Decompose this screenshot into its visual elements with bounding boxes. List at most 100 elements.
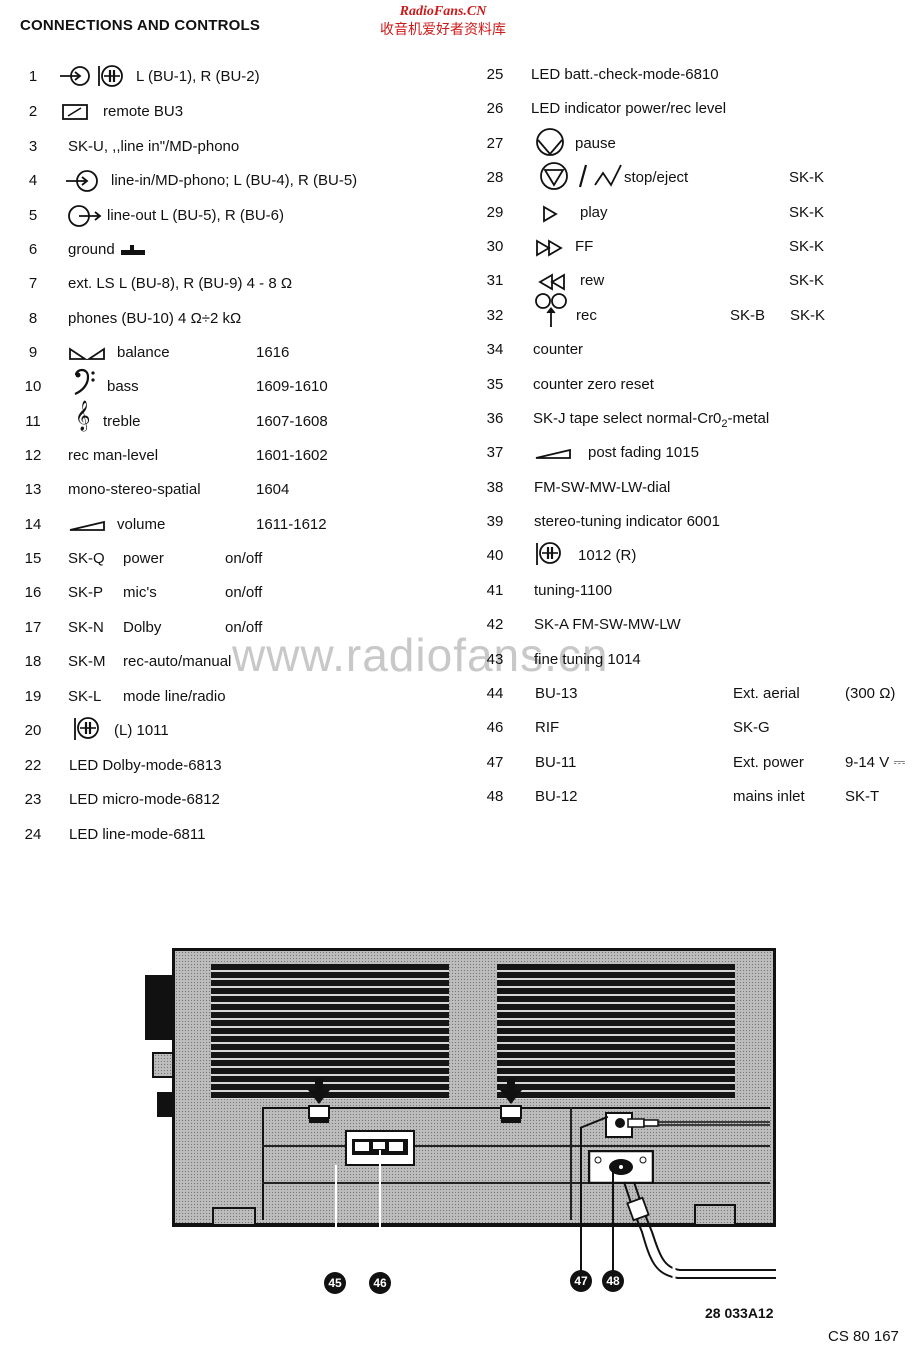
item-number: 9 (28, 344, 38, 361)
item-number: 29 (486, 204, 504, 221)
treble-clef-icon: 𝄞 (75, 401, 91, 431)
callout-48: 48 (602, 1270, 624, 1292)
item-label: power (123, 550, 164, 567)
item-label: 1012 (R) (578, 547, 637, 564)
item-number: 38 (486, 479, 504, 496)
item-number: 47 (486, 754, 504, 771)
item-label: FM-SW-MW-LW-dial (534, 479, 671, 496)
item-label: counter zero reset (533, 376, 654, 393)
capacitor-knob-icon (74, 717, 99, 740)
item-label: phones (BU-10) 4 Ω÷2 kΩ (68, 310, 242, 327)
item-code: SK-L (68, 688, 102, 705)
item-label: counter (533, 341, 584, 358)
item-label: LED indicator power/rec level (531, 100, 727, 117)
item-number: 44 (486, 685, 504, 702)
item-number: 13 (24, 481, 42, 498)
item-number: 42 (486, 616, 504, 633)
item-spec: (300 Ω) (845, 685, 896, 702)
item-label: stop/eject (624, 169, 689, 186)
item-number: 35 (486, 376, 504, 393)
item-label: rec-auto/manual (123, 653, 232, 670)
item-ref: on/off (225, 584, 263, 601)
item-function: SK-G (733, 719, 770, 736)
item-number: 5 (28, 207, 38, 224)
compartment-divider (570, 1107, 572, 1220)
item-number: 19 (24, 688, 42, 705)
bass-clef-icon (74, 368, 95, 396)
input-jack-icon (60, 66, 90, 86)
item-label: ground (68, 241, 115, 258)
remote-switch-icon (62, 104, 88, 120)
item-label: FF (575, 238, 594, 255)
volume-wedge-icon (69, 520, 105, 531)
item-number: 31 (486, 272, 504, 289)
item-code: SK-P (68, 584, 104, 601)
record-icon (535, 293, 567, 327)
item-ref: 1611-1612 (256, 516, 327, 533)
item-number: 15 (24, 550, 42, 567)
pause-icon (536, 128, 564, 156)
item-ref: on/off (225, 550, 263, 567)
figure-code: 28 033A12 (705, 1305, 774, 1321)
stop-eject-icon (540, 162, 622, 190)
ground-icon (121, 245, 145, 255)
item-label: SK-J tape select normal-Cr02-metal (533, 409, 769, 434)
item-spec: SK-T (845, 788, 880, 805)
release-arrow-icon (500, 1078, 522, 1123)
item-number: 34 (486, 341, 504, 358)
item-number: 8 (28, 310, 38, 327)
item-label: mono-stereo-spatial (68, 481, 201, 498)
item-ref: 1616 (256, 344, 290, 361)
item-code: SK-Q (68, 550, 105, 567)
item-number: 11 (25, 413, 41, 430)
compartment-edge (262, 1107, 264, 1220)
item-switch: SK-K (789, 238, 825, 255)
item-number: 27 (486, 135, 504, 152)
item-label: BU-11 (535, 754, 577, 771)
item-label: rec (576, 307, 597, 324)
item-number: 10 (24, 378, 42, 395)
item-number: 25 (486, 66, 504, 83)
item-label: L (BU-1), R (BU-2) (136, 68, 260, 85)
item-ref: on/off (225, 619, 263, 636)
item-label: line-in/MD-phono; L (BU-4), R (BU-5) (111, 172, 358, 189)
item-label: balance (117, 344, 170, 361)
item-switch: SK-K (789, 204, 825, 221)
leader-line (580, 1127, 582, 1271)
item-label: remote BU3 (103, 103, 184, 120)
item-number: 30 (486, 238, 504, 255)
watermark-cn: 收音机爱好者资料库 (380, 21, 506, 37)
cabinet-foot (212, 1207, 256, 1226)
item-number: 26 (486, 100, 504, 117)
item-label: bass (107, 378, 139, 395)
item-number: 17 (24, 619, 42, 636)
item-spec: 9-14 V ⎓ (845, 754, 906, 771)
item-number: 37 (486, 444, 504, 461)
balance-icon (69, 347, 105, 360)
item-label: LED line-mode-6811 (69, 826, 206, 843)
item-ref: 1604 (256, 481, 290, 498)
item-function: Ext. aerial (733, 685, 800, 702)
item-number: 39 (486, 513, 504, 530)
item-code: SK-N (68, 619, 104, 636)
release-arrow-icon (308, 1078, 330, 1123)
capacitor-knob-icon (98, 65, 124, 87)
item-label: play (580, 204, 608, 221)
item-number: 43 (486, 651, 504, 668)
item-number: 24 (24, 826, 42, 843)
page-title: CONNECTIONS AND CONTROLS (20, 17, 261, 34)
item-label: BU-12 (535, 788, 578, 805)
item-number: 46 (486, 719, 504, 736)
item-label: line-out L (BU-5), R (BU-6) (107, 207, 284, 224)
label-tail: -metal (727, 410, 770, 427)
item-number: 28 (486, 169, 504, 186)
item-label: mode line/radio (123, 688, 226, 705)
item-number: 3 (28, 138, 38, 155)
item-label: tuning-1100 (534, 582, 613, 599)
document-code: CS 80 167 (828, 1328, 899, 1345)
item-number: 18 (24, 653, 42, 670)
mains-inlet (588, 1150, 654, 1184)
item-number: 41 (486, 582, 504, 599)
fast-forward-icon (536, 239, 563, 257)
watermark-en: RadioFans.CN (399, 4, 487, 19)
